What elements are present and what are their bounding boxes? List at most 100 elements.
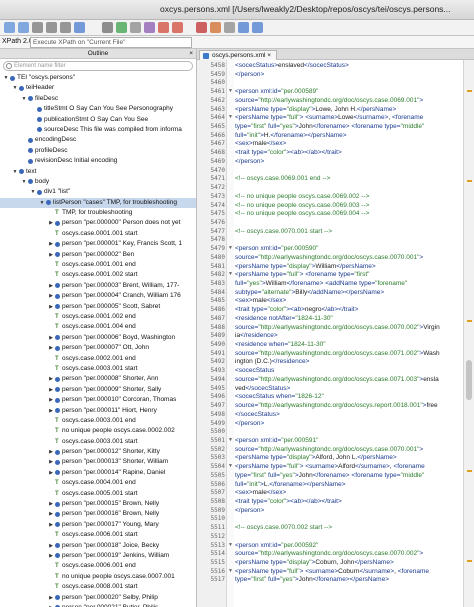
fold-toggle-icon[interactable]: ▼ bbox=[228, 568, 233, 574]
fold-toggle-icon[interactable]: ▼ bbox=[228, 114, 233, 120]
code-line[interactable]: source="http://earlywashingtondc.org/doc… bbox=[235, 402, 461, 409]
outline-text-node[interactable]: T TMP, for troubleshooting bbox=[0, 208, 196, 218]
chevron-right-icon[interactable]: ▶ bbox=[48, 395, 54, 405]
code-line[interactable]: </person> bbox=[235, 420, 461, 427]
outline-text-node[interactable]: Toscys.case.0003.001 end bbox=[0, 416, 196, 426]
outline-element-node[interactable]: titleStmt O Say Can You See Personograph… bbox=[0, 104, 196, 114]
code-line[interactable]: <persName type="full"> <surname>Alford</… bbox=[235, 463, 461, 470]
code-line[interactable]: <residence when="1824-11-30" bbox=[235, 341, 461, 348]
code-line[interactable]: </socecStatus> bbox=[235, 411, 461, 418]
scrollbar-marker[interactable] bbox=[467, 90, 472, 92]
outline-element-node[interactable]: ▶ person "per.000013" Shorter, William bbox=[0, 457, 196, 467]
outline-element-node[interactable]: ▶ person "per.000018" Joice, Becky bbox=[0, 541, 196, 551]
outline-element-node[interactable]: ▶ person "per.000019" Jenkins, William bbox=[0, 551, 196, 561]
fold-toggle-icon[interactable]: ▼ bbox=[228, 463, 233, 469]
code-line[interactable]: source="http://earlywashingtondc.org/doc… bbox=[235, 350, 461, 357]
code-line[interactable]: <sex>male</sex> bbox=[235, 297, 461, 304]
code-line[interactable]: <socecStatus>enslaved</socecStatus> bbox=[235, 62, 461, 69]
code-line[interactable]: <persName type="full"> <surname>Lowe</su… bbox=[235, 114, 461, 121]
outline-element-node[interactable]: ▶ person "per.000003" Brent, William, 177… bbox=[0, 281, 196, 291]
chevron-right-icon[interactable]: ▶ bbox=[48, 468, 54, 478]
outline-element-node[interactable]: ▶ person "per.000001" Key, Francis Scott,… bbox=[0, 239, 196, 249]
xpath-version-label[interactable]: XPath 2.0 bbox=[2, 38, 33, 45]
fold-toggle-icon[interactable]: ▼ bbox=[228, 88, 233, 94]
outline-element-node[interactable]: ▶ person "per.000011" Hiort, Henry bbox=[0, 406, 196, 416]
outline-text-node[interactable]: Toscys.case.0003.001 start bbox=[0, 364, 196, 374]
code-line[interactable]: <!-- oscys.case.0070.002 start --> bbox=[235, 524, 461, 531]
chevron-down-icon[interactable]: ▼ bbox=[30, 187, 36, 197]
run-icon[interactable] bbox=[158, 22, 169, 33]
code-line[interactable]: <persName type="display">William</persNa… bbox=[235, 263, 461, 270]
code-line[interactable]: <!-- oscys.case.0070.001 start --> bbox=[235, 228, 461, 235]
outline-element-node[interactable]: publicationStmt O Say Can You See bbox=[0, 115, 196, 125]
chevron-right-icon[interactable]: ▶ bbox=[48, 406, 54, 416]
code-line[interactable]: source="http://earlywashingtondc.org/doc… bbox=[235, 446, 461, 453]
chevron-right-icon[interactable]: ▶ bbox=[48, 343, 54, 353]
chevron-right-icon[interactable]: ▶ bbox=[48, 593, 54, 603]
outline-element-node[interactable]: ▼ div1 "list" bbox=[0, 187, 196, 197]
code-line[interactable]: <!-- no unique people oscys.case.0069.00… bbox=[235, 193, 461, 200]
code-line[interactable]: type="first" full="yes">John</forename><… bbox=[235, 576, 461, 583]
tab-oscys-persons[interactable]: oscys.persons.xml × bbox=[199, 50, 278, 60]
outline-element-node[interactable]: ▶ person "per.000021" Butler, Philis bbox=[0, 603, 196, 607]
scrollbar-marker[interactable] bbox=[467, 180, 472, 182]
chevron-right-icon[interactable]: ▶ bbox=[48, 239, 54, 249]
outline-text-node[interactable]: Toscys.case.0001.004 end bbox=[0, 322, 196, 332]
outline-element-node[interactable]: ▶ person "per.000005" Scott, Sabret bbox=[0, 302, 196, 312]
outline-element-node[interactable]: profileDesc bbox=[0, 146, 196, 156]
outline-element-node[interactable]: ▼ listPerson "cases" TMP, for troubleshoo… bbox=[0, 197, 196, 209]
code-line[interactable]: full="yes">William</forename> <addName t… bbox=[235, 280, 461, 287]
chevron-right-icon[interactable]: ▶ bbox=[48, 281, 54, 291]
chevron-down-icon[interactable]: ▼ bbox=[12, 167, 18, 177]
outline-element-node[interactable]: revisionDesc Initial encoding bbox=[0, 156, 196, 166]
outline-element-node[interactable]: ▶ person "per.000010" Corcoran, Thomas bbox=[0, 395, 196, 405]
outline-text-node[interactable]: Toscys.case.0006.001 start bbox=[0, 530, 196, 540]
outline-element-node[interactable]: ▶ person "per.000000" Person does not yet bbox=[0, 218, 196, 228]
scrollbar-marker[interactable] bbox=[467, 320, 472, 322]
fold-toggle-icon[interactable]: ▼ bbox=[228, 271, 233, 277]
code-line[interactable]: <trait type="color"><ab></ab></trait> bbox=[235, 498, 461, 505]
outline-text-node[interactable]: Toscys.case.0008.001 start bbox=[0, 582, 196, 592]
transform-icon[interactable] bbox=[210, 22, 221, 33]
chevron-right-icon[interactable]: ▶ bbox=[48, 374, 54, 384]
code-line[interactable]: <persName type="display">Alford, John L.… bbox=[235, 454, 461, 461]
chevron-right-icon[interactable]: ▶ bbox=[48, 603, 54, 607]
validate-icon[interactable] bbox=[116, 22, 127, 33]
code-line[interactable]: ved</socecStatus> bbox=[235, 385, 461, 392]
code-line[interactable]: <!-- oscys.case.0069.001 end --> bbox=[235, 175, 461, 182]
code-line[interactable]: source="http://earlywashingtondc.org/doc… bbox=[235, 550, 461, 557]
code-area[interactable]: 5458 <socecStatus>enslaved</socecStatus> 5… bbox=[197, 60, 463, 607]
outline-text-node[interactable]: Toscys.case.0001.001 start bbox=[0, 229, 196, 239]
save-icon[interactable] bbox=[252, 22, 263, 33]
xpath-input[interactable]: Execute XPath on "Current File" bbox=[30, 37, 192, 48]
code-line[interactable]: <persName type="display">Coburn, John</p… bbox=[235, 559, 461, 566]
back-icon[interactable] bbox=[4, 22, 15, 33]
outline-element-node[interactable]: ▼ teiHeader bbox=[0, 83, 196, 93]
outline-text-node[interactable]: Toscys.case.0001.002 end bbox=[0, 312, 196, 322]
fold-toggle-icon[interactable]: ▼ bbox=[228, 245, 233, 251]
outline-text-node[interactable]: Toscys.case.0005.001 start bbox=[0, 489, 196, 499]
chevron-right-icon[interactable]: ▶ bbox=[48, 551, 54, 561]
outline-element-node[interactable]: ▶ person "per.000009" Shorter, Sally bbox=[0, 385, 196, 395]
code-line[interactable]: <person xml:id="per.000589" bbox=[235, 88, 461, 95]
chevron-right-icon[interactable]: ▶ bbox=[48, 218, 54, 228]
comment-icon[interactable] bbox=[144, 22, 155, 33]
code-line[interactable]: <trait type="color"><ab>negro</ab></trai… bbox=[235, 306, 461, 313]
chevron-right-icon[interactable]: ▶ bbox=[48, 333, 54, 343]
record-icon[interactable] bbox=[196, 22, 207, 33]
outline-element-node[interactable]: ▶ person "per.000016" Brown, Nelly bbox=[0, 509, 196, 519]
spellcheck-icon[interactable] bbox=[74, 22, 85, 33]
code-line[interactable]: <residence notAfter="1824-11-30" bbox=[235, 315, 461, 322]
outline-text-node[interactable]: Toscys.case.0004.001 end bbox=[0, 478, 196, 488]
chevron-right-icon[interactable]: ▶ bbox=[48, 509, 54, 519]
code-line[interactable]: source="http://earlywashingtondc.org/doc… bbox=[235, 97, 461, 104]
outline-text-node[interactable]: Toscys.case.0003.001 start bbox=[0, 437, 196, 447]
outline-element-node[interactable]: ▶ person "per.000015" Brown, Nelly bbox=[0, 499, 196, 509]
code-line[interactable]: full="init">L.</forename></persName> bbox=[235, 481, 461, 488]
outline-element-node[interactable]: ▼ fileDesc bbox=[0, 94, 196, 104]
outline-element-node[interactable]: ▶ person "per.000017" Young, Mary bbox=[0, 520, 196, 530]
chevron-right-icon[interactable]: ▶ bbox=[48, 499, 54, 509]
code-line[interactable]: type="first" full="yes">John</forename> … bbox=[235, 123, 461, 130]
fold-toggle-icon[interactable]: ▼ bbox=[228, 542, 233, 548]
code-line[interactable]: source="http://earlywashingtondc.org/doc… bbox=[235, 254, 461, 261]
